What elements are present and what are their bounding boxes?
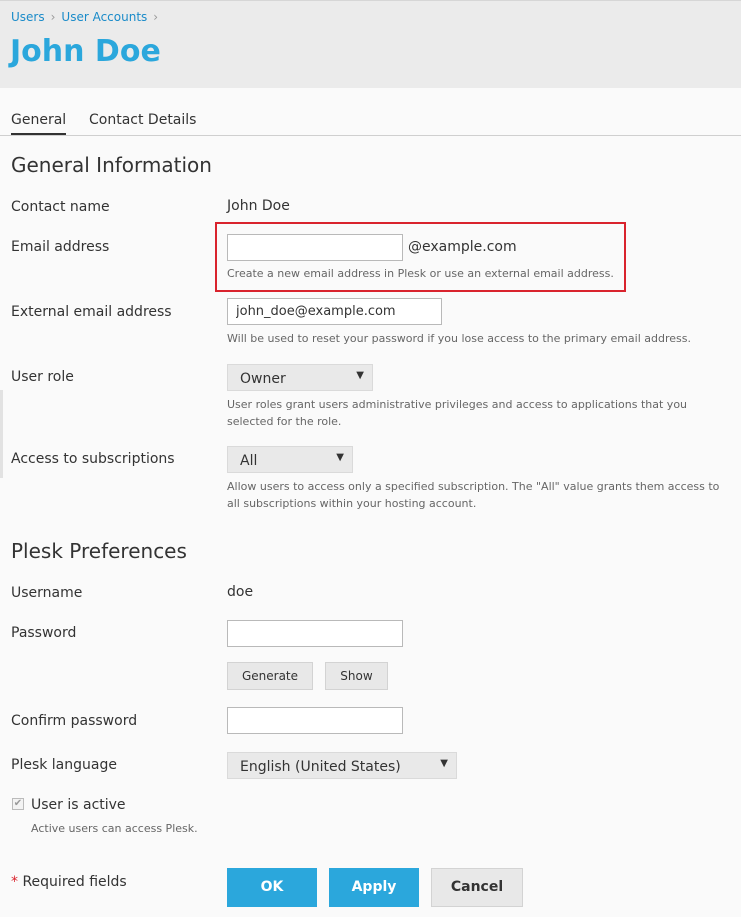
ok-button[interactable]: OK — [227, 868, 317, 907]
language-value: English (United States) — [240, 759, 401, 775]
user-active-hint: Active users can access Plesk. — [31, 822, 198, 835]
cancel-button[interactable]: Cancel — [431, 868, 523, 907]
confirm-password-input[interactable] — [227, 707, 403, 734]
password-label: Password — [11, 625, 77, 641]
username-value: doe — [227, 584, 254, 600]
chevron-right-icon: › — [153, 10, 159, 24]
contact-name-value: John Doe — [227, 198, 290, 214]
checkmark-icon: ✔ — [13, 798, 23, 809]
password-input[interactable] — [227, 620, 403, 647]
required-fields-label: Required fields — [22, 874, 127, 890]
required-star: * — [11, 874, 18, 890]
username-label: Username — [11, 585, 83, 601]
section-title-general: General Information — [11, 153, 212, 177]
email-hint: Create a new email address in Plesk or u… — [227, 267, 614, 280]
contact-name-label: Contact name — [11, 199, 110, 215]
breadcrumb: Users › User Accounts › — [11, 10, 164, 24]
user-role-label: User role — [11, 369, 74, 385]
breadcrumb-user-accounts-link[interactable]: User Accounts — [61, 10, 147, 24]
email-input[interactable] — [227, 234, 403, 261]
show-button[interactable]: Show — [325, 662, 388, 690]
page-header: Users › User Accounts › John Doe — [0, 0, 741, 88]
access-select[interactable]: All ▼ — [227, 446, 353, 473]
user-active-label: User is active — [31, 797, 126, 813]
dropdown-arrow-icon: ▼ — [336, 452, 344, 463]
section-title-preferences: Plesk Preferences — [11, 539, 187, 563]
confirm-password-label: Confirm password — [11, 713, 138, 729]
user-role-hint-1: User roles grant users administrative pr… — [227, 398, 688, 411]
breadcrumb-users-link[interactable]: Users — [11, 10, 45, 24]
access-value: All — [240, 453, 258, 469]
external-email-label: External email address — [11, 304, 172, 320]
access-label: Access to subscriptions — [11, 451, 175, 467]
apply-button[interactable]: Apply — [329, 868, 419, 907]
user-role-hint-2: selected for the role. — [227, 415, 342, 428]
page-title: John Doe — [10, 34, 161, 69]
tab-bar: General Contact Details — [0, 110, 741, 136]
generate-button[interactable]: Generate — [227, 662, 313, 690]
tab-contact-details[interactable]: Contact Details — [89, 112, 196, 128]
language-select[interactable]: English (United States) ▼ — [227, 752, 457, 779]
external-email-hint: Will be used to reset your password if y… — [227, 332, 691, 345]
user-active-checkbox[interactable]: ✔ — [12, 798, 24, 810]
access-hint-1: Allow users to access only a specified s… — [227, 480, 720, 493]
tab-general[interactable]: General — [11, 112, 67, 135]
email-label: Email address — [11, 239, 110, 255]
access-hint-2: all subscriptions within your hosting ac… — [227, 497, 477, 510]
user-role-value: Owner — [240, 371, 286, 387]
email-domain: @example.com — [408, 239, 517, 255]
external-email-input[interactable] — [227, 298, 442, 325]
user-role-select[interactable]: Owner ▼ — [227, 364, 373, 391]
required-fields-note: * Required fields — [11, 874, 127, 890]
scroll-edge — [0, 390, 3, 478]
language-label: Plesk language — [11, 757, 117, 773]
chevron-right-icon: › — [50, 10, 56, 24]
dropdown-arrow-icon: ▼ — [356, 370, 364, 381]
dropdown-arrow-icon: ▼ — [440, 758, 448, 769]
